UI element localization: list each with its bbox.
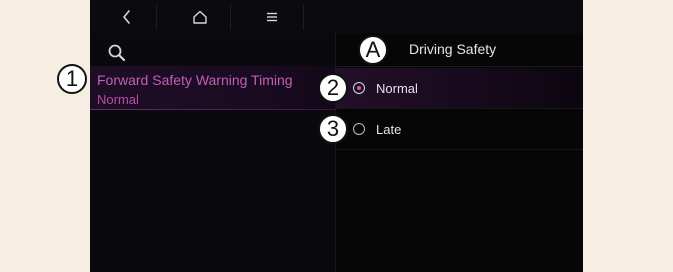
radio-selected-icon[interactable] xyxy=(353,82,365,94)
menu-icon[interactable] xyxy=(261,6,283,28)
radio-unselected-icon[interactable] xyxy=(353,123,365,135)
top-navigation-bar xyxy=(90,0,583,33)
list-item-forward-safety-warning-timing[interactable]: Forward Safety Warning Timing Normal xyxy=(90,66,335,110)
callout-2: 2 xyxy=(318,73,348,103)
topbar-separator xyxy=(230,4,231,30)
option-label: Normal xyxy=(376,81,418,96)
callout-1: 1 xyxy=(57,64,87,94)
topbar-separator xyxy=(303,4,304,30)
callout-a: A xyxy=(358,35,388,65)
list-item-title: Forward Safety Warning Timing xyxy=(97,72,293,88)
topbar-separator xyxy=(156,4,157,30)
option-separator xyxy=(335,149,583,150)
home-icon[interactable] xyxy=(189,6,211,28)
list-item-underline xyxy=(90,109,335,110)
option-label: Late xyxy=(376,122,402,137)
options-header-divider xyxy=(335,66,583,67)
search-button[interactable] xyxy=(102,39,132,67)
option-late[interactable]: Late xyxy=(335,109,583,149)
list-item-value: Normal xyxy=(97,92,139,107)
option-normal[interactable]: Normal xyxy=(335,68,583,108)
options-header-title: Driving Safety xyxy=(409,41,497,57)
back-chevron-icon[interactable] xyxy=(116,6,138,28)
callout-3: 3 xyxy=(318,114,348,144)
search-icon xyxy=(108,44,126,62)
